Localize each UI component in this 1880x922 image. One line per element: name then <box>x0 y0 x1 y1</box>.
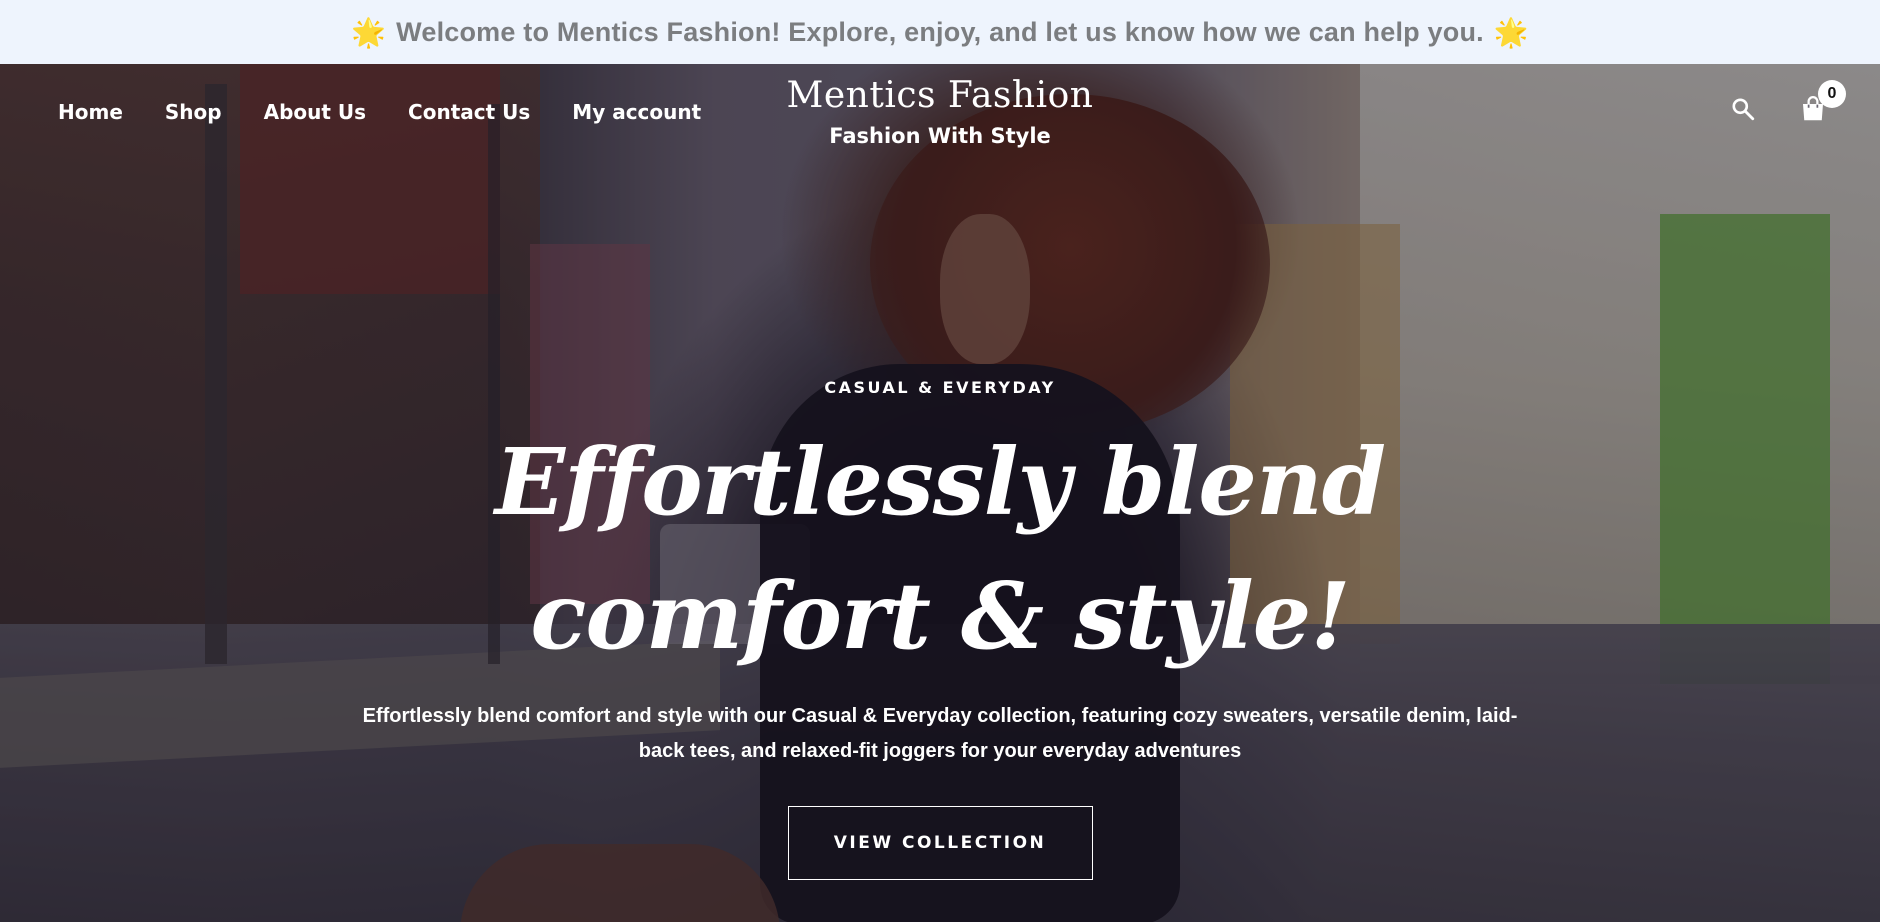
hero-eyebrow: CASUAL & EVERYDAY <box>824 378 1056 397</box>
cart-count-badge: 0 <box>1818 80 1846 108</box>
announcement-bar: 🌟 Welcome to Mentics Fashion! Explore, e… <box>0 0 1880 64</box>
site-tagline: Fashion With Style <box>829 124 1051 148</box>
search-icon-glyph <box>1732 98 1755 121</box>
hero-content: CASUAL & EVERYDAY Effortlessly blend com… <box>0 378 1880 880</box>
sun-icon: 🌟 <box>351 16 387 48</box>
hero-headline: Effortlessly blend comfort & style! <box>494 428 1386 670</box>
header-actions: 0 <box>1728 80 1846 124</box>
view-collection-button[interactable]: VIEW COLLECTION <box>787 806 1093 880</box>
search-icon[interactable] <box>1728 94 1758 124</box>
announcement-text: Welcome to Mentics Fashion! Explore, enj… <box>396 16 1484 47</box>
site-title[interactable]: Mentics Fashion <box>0 76 1880 116</box>
sun-icon: 🌟 <box>1493 16 1529 48</box>
cart-button[interactable]: 0 <box>1798 80 1846 124</box>
site-brand: Mentics Fashion Fashion With Style <box>0 76 1880 149</box>
hero-description: Effortlessly blend comfort and style wit… <box>362 705 1518 762</box>
